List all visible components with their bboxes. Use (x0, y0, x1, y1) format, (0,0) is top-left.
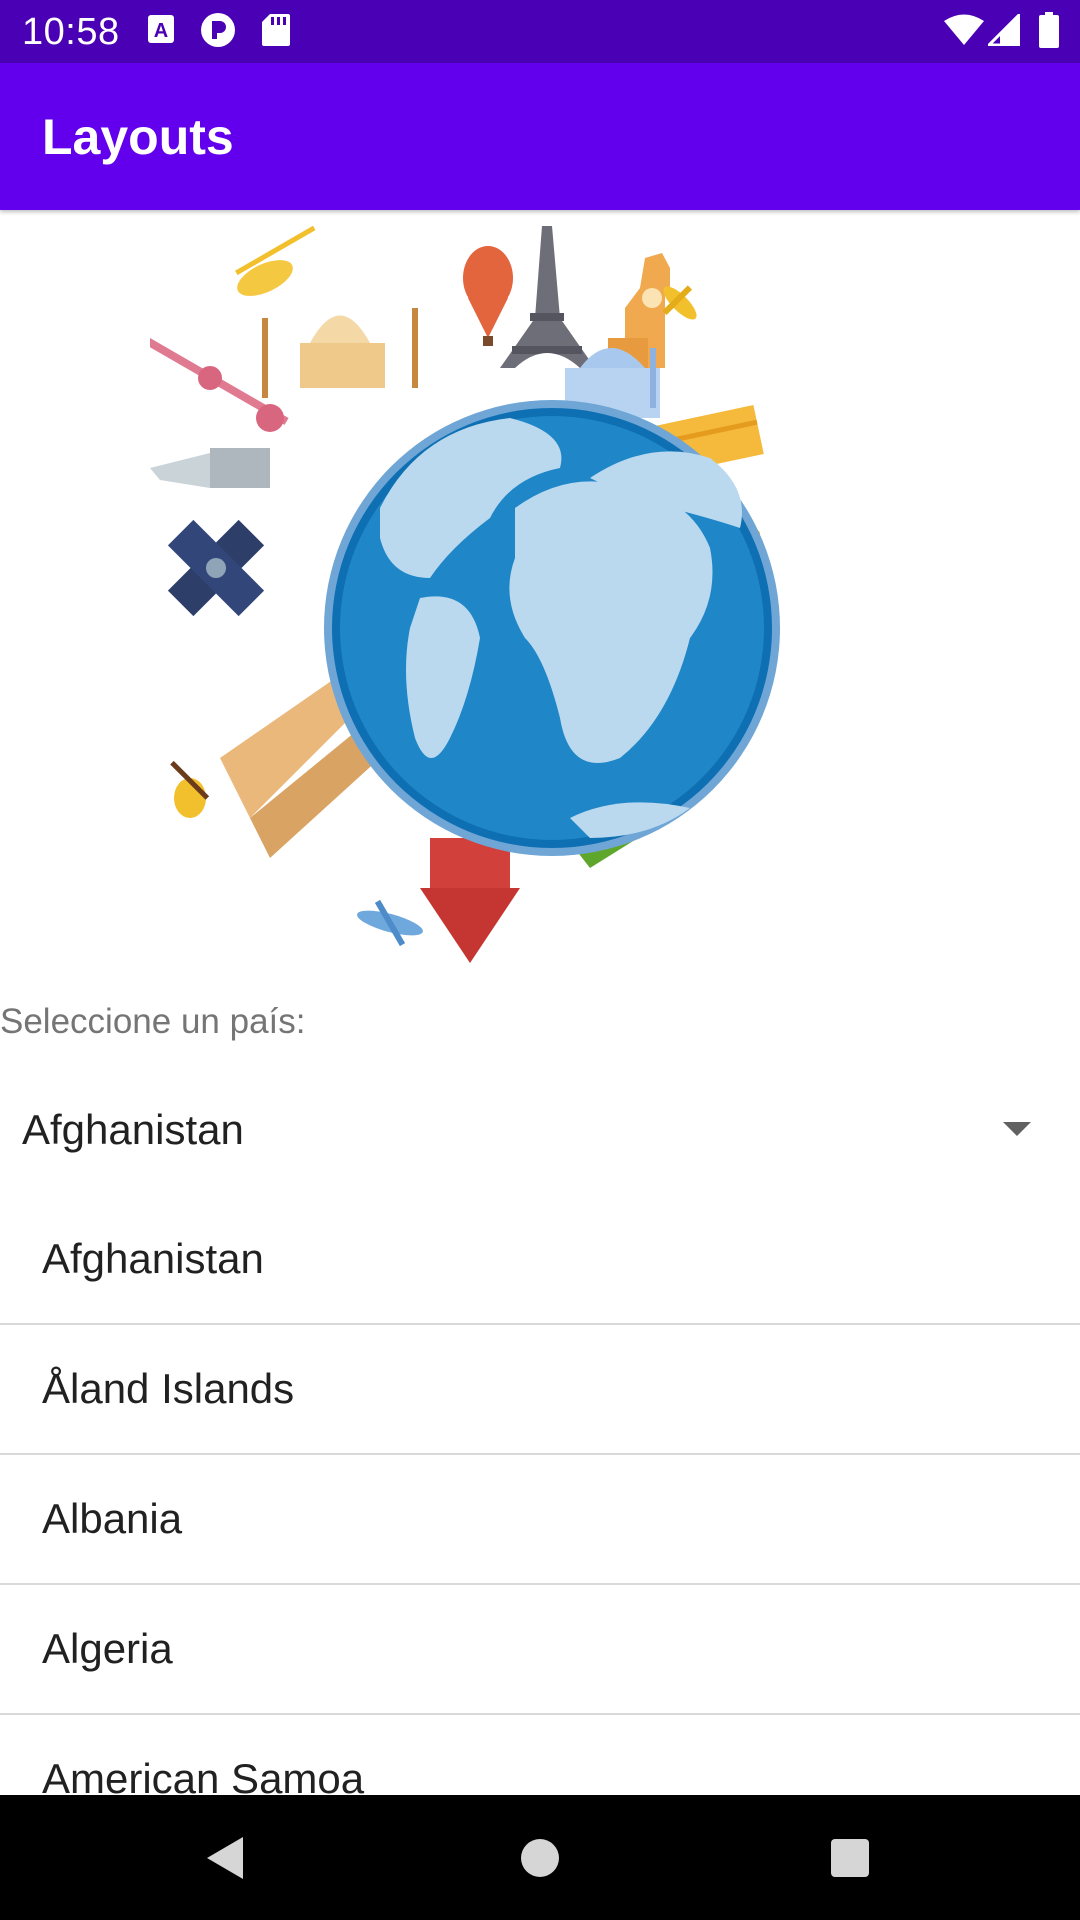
globe-icon (324, 400, 780, 856)
list-item-label: American Samoa (42, 1755, 365, 1795)
app-title: Layouts (42, 109, 234, 165)
navigation-bar (0, 1795, 1080, 1920)
country-spinner[interactable]: Afghanistan (0, 1090, 1080, 1170)
hot-air-balloon-icon (463, 246, 513, 346)
dropdown-arrow-icon[interactable] (1003, 1122, 1031, 1136)
airplane-bottom-icon (357, 899, 423, 947)
list-item-american-samoa[interactable]: American Samoa (0, 1715, 1080, 1795)
status-time: 10:58 (22, 11, 120, 53)
list-item-afghanistan[interactable]: Afghanistan (0, 1195, 1080, 1325)
country-list[interactable]: Afghanistan Åland Islands Albania Algeri… (0, 1195, 1080, 1795)
sd-card-icon (262, 13, 290, 52)
windmill-icon (167, 519, 265, 617)
app-screen: 10:58 A Layouts Seleccione un país: Afgh… (0, 0, 1080, 1920)
recents-icon[interactable] (817, 1825, 883, 1891)
list-item-albania[interactable]: Albania (0, 1455, 1080, 1585)
app-bar: Layouts (0, 63, 1080, 210)
list-item-label: Åland Islands (42, 1365, 295, 1412)
list-item-label: Algeria (42, 1625, 173, 1672)
status-bar: 10:58 A (0, 0, 1080, 63)
helicopter-bottom-icon (170, 760, 210, 818)
eiffel-tower-icon (500, 226, 595, 368)
statue-of-liberty-icon (150, 448, 270, 488)
list-item-algeria[interactable]: Algeria (0, 1585, 1080, 1715)
spinner-selected-value: Afghanistan (22, 1106, 244, 1153)
battery-icon (1039, 12, 1059, 53)
list-item-label: Albania (42, 1495, 183, 1542)
home-icon[interactable] (507, 1825, 573, 1891)
world-travel-illustration-icon (146, 218, 930, 970)
svg-text:A: A (154, 20, 168, 42)
helicopter-icon (235, 225, 316, 296)
list-item-label: Afghanistan (42, 1235, 264, 1282)
signal-icon (985, 11, 1021, 51)
wifi-icon (944, 14, 984, 51)
country-prompt-label: Seleccione un país: (0, 1002, 306, 1041)
list-item-aland-islands[interactable]: Åland Islands (0, 1325, 1080, 1455)
taj-mahal-icon (262, 308, 418, 398)
privacy-dot-icon (200, 12, 236, 53)
airplane-icon (662, 285, 697, 320)
text-a-icon: A (147, 14, 175, 49)
back-icon[interactable] (193, 1825, 259, 1891)
red-temple-icon (420, 838, 520, 963)
